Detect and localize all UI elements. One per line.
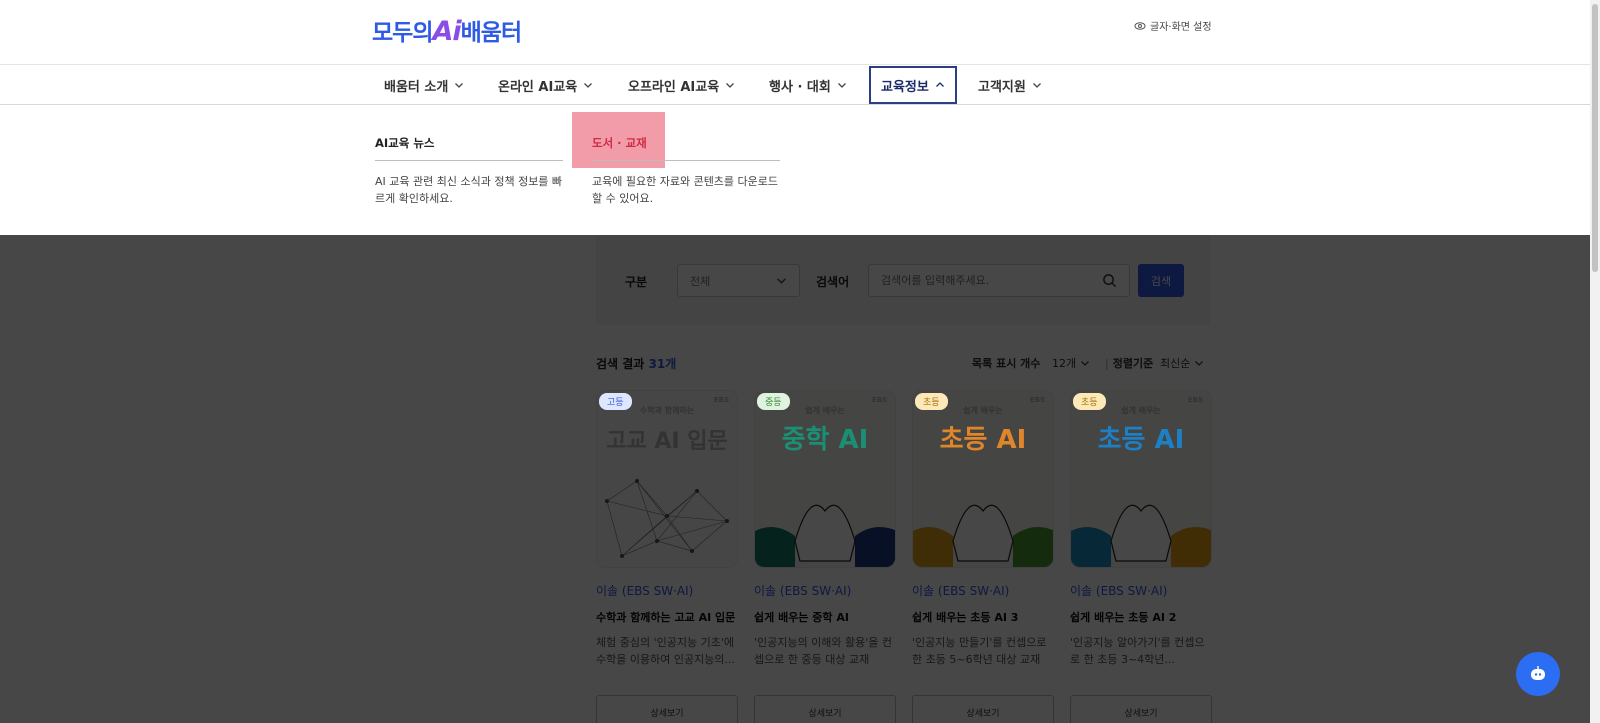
nav-offline-ai[interactable]: 오프라인 AI교육 <box>628 65 735 105</box>
chevron-down-icon <box>1081 361 1090 366</box>
nav-support-label: 고객지원 <box>978 79 1026 95</box>
book-description: 체험 중심의 '인공지능 기초'에 수학을 이용하여 인공지능의... <box>596 636 735 666</box>
publisher-logo: EBS <box>871 396 887 404</box>
divider: | <box>1105 356 1109 370</box>
book-title[interactable]: 쉽게 배우는 중학 AI <box>754 609 896 625</box>
cover-title: 고교 AI 입문 <box>606 429 728 454</box>
detail-button[interactable]: 상세보기 <box>596 695 738 723</box>
hands-illustration <box>755 504 895 567</box>
book-card[interactable]: 초등 EBS 쉽게 배우는 초등 AI 이솔 (EBS SW·AI) 쉽게 배우… <box>912 390 1054 723</box>
logo-text-ai: Ai <box>432 16 461 47</box>
book-cover[interactable]: 중등 EBS 쉽게 배우는 중학 AI <box>754 390 896 568</box>
cover-top-text: 수학과 함께하는 <box>639 406 695 415</box>
per-page-label: 목록 표시 개수 <box>972 357 1041 370</box>
per-page-select[interactable]: 12개 <box>1052 355 1090 371</box>
chevron-down-icon <box>777 278 786 284</box>
chatbot-icon <box>1531 666 1545 680</box>
nav-about[interactable]: 배움터 소개 <box>384 65 464 105</box>
cover-title: 초등 AI <box>939 425 1027 455</box>
logo-text-2: 배움터 <box>460 20 522 46</box>
chevron-up-icon <box>935 82 944 87</box>
cover-title: 초등 AI <box>1097 425 1185 455</box>
chevron-down-icon <box>726 83 735 88</box>
result-count-title: 검색 결과 31개 <box>596 355 676 372</box>
publisher-logo: EBS <box>1029 396 1045 404</box>
menu-books-desc: 교육에 필요한 자료와 콘텐츠를 다운로드할 수 있어요. <box>592 175 779 205</box>
per-page-value: 12개 <box>1052 357 1077 370</box>
book-author[interactable]: 이솔 (EBS SW·AI) <box>912 582 1054 599</box>
book-title[interactable]: 수학과 함께하는 고교 AI 입문 <box>596 609 738 625</box>
category-label: 구분 <box>625 275 648 289</box>
sort-label-text: 정렬기준 <box>1112 357 1154 370</box>
publisher-logo: EBS <box>713 396 729 404</box>
detail-button[interactable]: 상세보기 <box>754 695 896 723</box>
nav-about-label: 배움터 소개 <box>384 79 449 95</box>
book-cover[interactable]: 고등 EBS 수학과 함께하는 고교 AI 입문 <box>596 390 738 568</box>
menu-books[interactable]: 도서 · 교재 교육에 필요한 자료와 콘텐츠를 다운로드할 수 있어요. <box>592 135 780 207</box>
book-author[interactable]: 이솔 (EBS SW·AI) <box>596 582 738 599</box>
nav-events[interactable]: 행사 · 대회 <box>769 65 847 105</box>
book-description: '인공지능 알아가기'를 컨셉으로 한 초등 3~4학년... <box>1070 636 1205 666</box>
book-card[interactable]: 초등 EBS 쉽게 배우는 초등 AI 이솔 (EBS SW·AI) 쉽게 배우… <box>1070 390 1212 723</box>
menu-books-title[interactable]: 도서 · 교재 <box>592 135 780 161</box>
book-cover[interactable]: 초등 EBS 쉽게 배우는 초등 AI <box>912 390 1054 568</box>
cover-top-text: 쉽게 배우는 <box>1121 406 1161 415</box>
main-navigation: 배움터 소개 온라인 AI교육 오프라인 AI교육 행사 · 대회 교육정보 고… <box>0 65 1590 105</box>
scrollbar[interactable] <box>1590 0 1600 723</box>
detail-button[interactable]: 상세보기 <box>912 695 1054 723</box>
chevron-down-icon <box>1195 361 1204 366</box>
logo-text-1: 모두의 <box>372 20 433 46</box>
cover-top-text: 쉽게 배우는 <box>805 406 845 415</box>
sort-value: 최신순 <box>1160 357 1191 370</box>
category-value: 전체 <box>690 274 711 288</box>
scrollbar-thumb[interactable] <box>1592 4 1598 272</box>
nav-online-ai[interactable]: 온라인 AI교육 <box>498 65 593 105</box>
hands-illustration <box>913 504 1053 567</box>
keyword-label: 검색어 <box>816 275 850 289</box>
book-title[interactable]: 쉽게 배우는 초등 AI 3 <box>912 609 1054 625</box>
detail-button[interactable]: 상세보기 <box>1070 695 1212 723</box>
nav-edu-info[interactable]: 교육정보 <box>869 66 957 104</box>
book-title[interactable]: 쉽게 배우는 초등 AI 2 <box>1070 609 1212 625</box>
nav-events-label: 행사 · 대회 <box>769 79 831 95</box>
publisher-logo: EBS <box>1187 396 1203 404</box>
search-input[interactable] <box>881 274 1081 287</box>
mega-menu-col2-layer: 도서 · 교재 교육에 필요한 자료와 콘텐츠를 다운로드할 수 있어요. <box>0 105 1590 235</box>
cover-title: 중학 AI <box>781 425 869 455</box>
site-logo[interactable]: 모두의Ai배움터 <box>372 13 522 47</box>
font-screen-setting-button[interactable]: 글자·화면 설정 <box>1134 18 1212 33</box>
nav-online-ai-label: 온라인 AI교육 <box>498 79 578 95</box>
book-description: '인공지능의 이해와 활용'을 컨셉으로 한 중등 대상 교재 <box>754 636 892 666</box>
result-title-prefix: 검색 결과 <box>596 357 645 371</box>
network-illustration <box>605 479 729 558</box>
font-setting-label: 글자·화면 설정 <box>1150 22 1212 33</box>
eye-icon <box>1134 21 1146 30</box>
page: 모두의Ai배움터 글자·화면 설정 배움터 소개 온라인 AI교육 오프라인 A… <box>0 0 1600 723</box>
book-cover[interactable]: 초등 EBS 쉽게 배우는 초등 AI <box>1070 390 1212 568</box>
chevron-down-icon <box>1032 83 1041 88</box>
category-select[interactable]: 전체 <box>677 264 800 297</box>
nav-support[interactable]: 고객지원 <box>978 65 1042 105</box>
nav-edu-info-label: 교육정보 <box>881 79 929 95</box>
search-button[interactable]: 검색 <box>1138 264 1184 297</box>
search-icon[interactable] <box>1102 273 1117 288</box>
book-card[interactable]: 고등 EBS 수학과 함께하는 고교 AI 입문 이솔 (EBS SW·AI) … <box>596 390 738 723</box>
book-author[interactable]: 이솔 (EBS SW·AI) <box>1070 582 1212 599</box>
nav-offline-ai-label: 오프라인 AI교육 <box>628 79 720 95</box>
result-count: 31개 <box>648 357 677 371</box>
book-description: '인공지능 만들기'를 컨셉으로 한 초등 5~6학년 대상 교재 <box>912 636 1047 666</box>
site-header: 모두의Ai배움터 글자·화면 설정 <box>0 0 1590 65</box>
search-field[interactable] <box>868 264 1130 297</box>
book-author[interactable]: 이솔 (EBS SW·AI) <box>754 582 896 599</box>
hands-illustration <box>1071 504 1211 567</box>
chatbot-button[interactable] <box>1516 652 1560 696</box>
book-card[interactable]: 중등 EBS 쉽게 배우는 중학 AI 이솔 (EBS SW·AI) 쉽게 배우… <box>754 390 896 723</box>
chevron-down-icon <box>584 83 593 88</box>
sort-label: | 정렬기준 <box>1105 355 1153 371</box>
sort-select[interactable]: 최신순 <box>1160 355 1204 371</box>
chevron-down-icon <box>455 83 464 88</box>
cover-top-text: 쉽게 배우는 <box>963 406 1003 415</box>
chevron-down-icon <box>837 83 846 88</box>
